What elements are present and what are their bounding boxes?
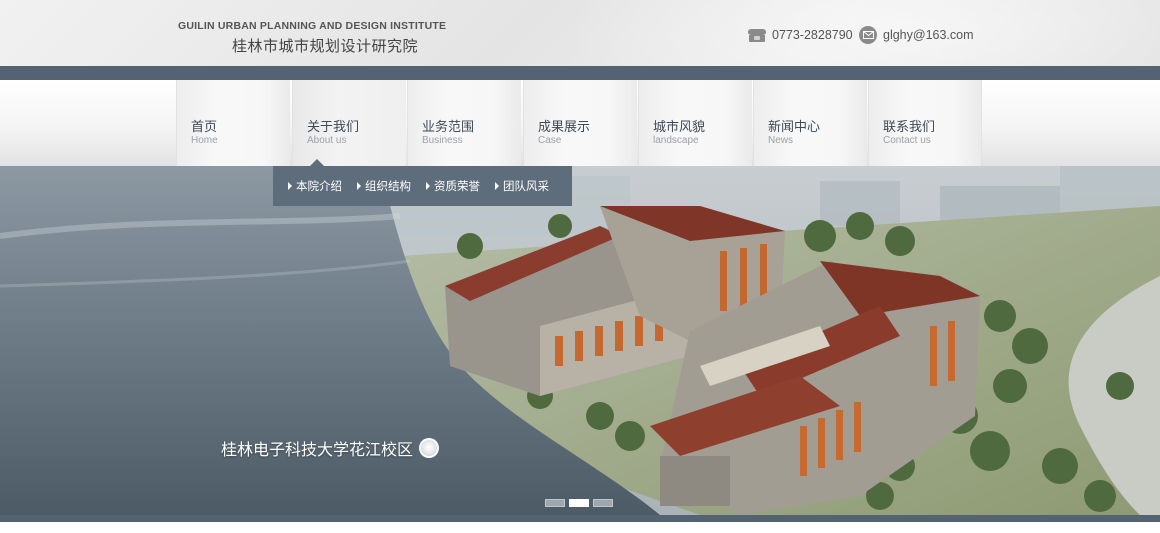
nav-item-news[interactable]: 新闻中心 News: [753, 80, 867, 166]
nav-label-en: Home: [191, 135, 218, 146]
caret-right-icon: [426, 182, 430, 190]
submenu-label: 团队风采: [503, 181, 549, 193]
caret-right-icon: [288, 182, 292, 190]
nav-item-about-us[interactable]: 关于我们 About us: [292, 80, 406, 166]
nav-label-en: News: [768, 135, 794, 146]
main-navigation: 首页 Home 关于我们 About us 业务范围 Business 成果展示…: [0, 80, 1160, 166]
nav-label-en: About us: [307, 135, 347, 146]
phone-number: 0773-2828790: [772, 28, 853, 42]
hero-banner: [0, 166, 1160, 515]
site-header: GUILIN URBAN PLANNING AND DESIGN INSTITU…: [0, 0, 1160, 66]
nav-item-home[interactable]: 首页 Home: [176, 80, 290, 166]
envelope-icon: [859, 26, 877, 44]
nav-item-business[interactable]: 业务范围 Business: [407, 80, 521, 166]
nav-label-cn: 联系我们: [883, 119, 936, 134]
telephone-icon: [748, 28, 766, 42]
nav-label-cn: 业务范围: [422, 119, 475, 134]
email-address[interactable]: glghy@163.com: [883, 28, 974, 42]
nav-label-en: Business: [422, 135, 463, 146]
nav-label-en: landscape: [653, 135, 699, 146]
about-submenu: 本院介绍 组织结构 资质荣誉 团队风采: [273, 166, 572, 206]
active-nav-pointer: [310, 159, 324, 166]
caret-right-icon: [357, 182, 361, 190]
slide-caption-button[interactable]: [419, 438, 440, 458]
nav-label-cn: 成果展示: [538, 119, 591, 134]
slide-caption-text[interactable]: 桂林电子科技大学花江校区: [221, 436, 413, 460]
nav-item-landscape[interactable]: 城市风貌 landscape: [638, 80, 752, 166]
nav-label-cn: 城市风貌: [653, 119, 706, 134]
submenu-item-organization[interactable]: 组织结构: [357, 178, 411, 194]
institute-name-cn[interactable]: 桂林市城市规划设计研究院: [232, 35, 418, 56]
campus-rendering-image: [0, 166, 1160, 515]
submenu-item-institute-intro[interactable]: 本院介绍: [288, 178, 342, 194]
phone-contact: 0773-2828790: [748, 26, 853, 44]
submenu-label: 本院介绍: [296, 181, 342, 193]
caret-right-icon: [495, 182, 499, 190]
footer-divider-bar: [0, 515, 1160, 522]
slide-indicator[interactable]: [545, 499, 565, 507]
nav-item-contact-us[interactable]: 联系我们 Contact us: [868, 80, 982, 166]
slide-caption: 桂林电子科技大学花江校区: [221, 436, 440, 460]
submenu-item-qualifications[interactable]: 资质荣誉: [426, 178, 480, 194]
submenu-label: 资质荣誉: [434, 181, 480, 193]
header-divider-bar: [0, 66, 1160, 80]
nav-label-en: Contact us: [883, 135, 931, 146]
email-contact: glghy@163.com: [859, 26, 974, 44]
nav-label-cn: 首页: [191, 119, 218, 134]
nav-label-cn: 关于我们: [307, 119, 360, 134]
slide-indicators: [545, 499, 613, 507]
slide-indicator[interactable]: [593, 499, 613, 507]
nav-label-en: Case: [538, 135, 562, 146]
nav-item-case[interactable]: 成果展示 Case: [523, 80, 637, 166]
submenu-item-team[interactable]: 团队风采: [495, 178, 549, 194]
nav-label-cn: 新闻中心: [768, 119, 821, 134]
slide-indicator-active[interactable]: [569, 499, 589, 507]
submenu-label: 组织结构: [365, 181, 411, 193]
institute-name-en[interactable]: GUILIN URBAN PLANNING AND DESIGN INSTITU…: [178, 20, 446, 32]
